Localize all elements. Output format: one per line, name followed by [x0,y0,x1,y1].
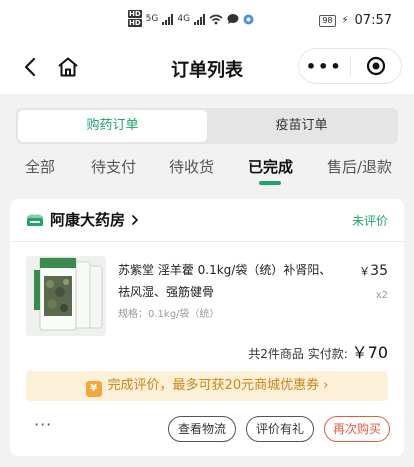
status-bar: HD HD 5G 4G 98 ⚡ 07:57 [0,0,414,42]
store-name: 阿康大药房 [50,211,126,229]
chevron-right-icon: › [323,378,329,393]
tab-vaccine-orders[interactable]: 疫苗订单 [207,110,396,142]
hd-badge: HD [128,19,142,27]
product-name[interactable]: 苏紫堂 淫羊藿 0.1kg/袋（统）补肾阳、祛风湿、强筋健骨 [118,259,338,303]
price-value: 35 [370,263,388,279]
order-card[interactable]: 阿康大药房 未评价 苏紫堂 淫羊藿 0.1kg/袋（统）补肾阳、祛风湿、强筋健骨… [10,199,404,456]
hd-badge: HD [128,10,142,18]
more-actions-button[interactable]: ··· [34,415,52,434]
tab-all[interactable]: 全部 [25,156,55,177]
buy-again-button[interactable]: 再次购买 [324,416,390,442]
tab-pending-receipt[interactable]: 待收货 [169,156,214,177]
signal-icon [162,13,174,25]
signal-4g-label: 4G [177,14,191,24]
signal-icon [194,13,206,25]
total-symbol: ￥ [351,343,368,362]
currency-symbol: ￥ [359,265,371,278]
total-amount: 70 [367,343,388,362]
review-coupon-banner[interactable]: ¥ 完成评价，最多可获20元商城优惠券 › [26,371,388,401]
order-status-tabs: 全部 待支付 待收货 已完成 售后/退款 [0,152,414,190]
store-header[interactable]: 阿康大药房 [26,209,139,230]
chevron-right-icon [131,214,139,225]
view-logistics-button[interactable]: 查看物流 [168,416,236,442]
wifi-icon [209,14,223,24]
summary-label: 共2件商品 实付款: [248,347,348,361]
product-price: ￥35 [359,263,388,279]
close-program-button[interactable] [350,56,401,76]
order-summary: 共2件商品 实付款: ￥70 [248,339,388,363]
store-icon [26,213,44,226]
tab-completed[interactable]: 已完成 [248,156,293,177]
divider [10,241,404,242]
hd-badges: HD HD [128,10,142,28]
tab-medicine-orders[interactable]: 购药订单 [18,110,207,142]
coupon-coin-icon: ¥ [85,381,102,397]
tab-pending-payment[interactable]: 待支付 [91,156,136,177]
product-quantity: x2 [375,290,388,301]
target-icon [366,56,385,76]
mini-program-capsule: ••• [298,48,402,84]
signal-5g-label: 5G [145,14,159,24]
tab-after-sales[interactable]: 售后/退款 [327,156,392,177]
order-status-label: 未评价 [351,214,388,228]
review-reward-button[interactable]: 评价有礼 [246,416,314,442]
active-tab-indicator [259,181,281,185]
chat-bubble-icon [227,14,239,24]
clock: 07:57 [354,13,392,28]
more-menu-button[interactable]: ••• [299,57,350,76]
status-icons: HD HD 5G 4G [128,10,254,28]
nav-bar: 订单列表 ••• [0,42,414,94]
charging-icon: ⚡ [341,15,349,26]
order-type-tabs: 购药订单 疫苗订单 [16,108,398,144]
banner-text: 完成评价，最多可获20元商城优惠券 [107,378,320,393]
product-spec: 规格：0.1kg/袋（统） [118,309,220,320]
herb-package-image [26,256,106,336]
app-notification-icon [243,14,254,24]
battery-icon: 98 [319,14,336,27]
product-image[interactable] [26,256,106,336]
status-right: 98 ⚡ 07:57 [319,13,392,28]
